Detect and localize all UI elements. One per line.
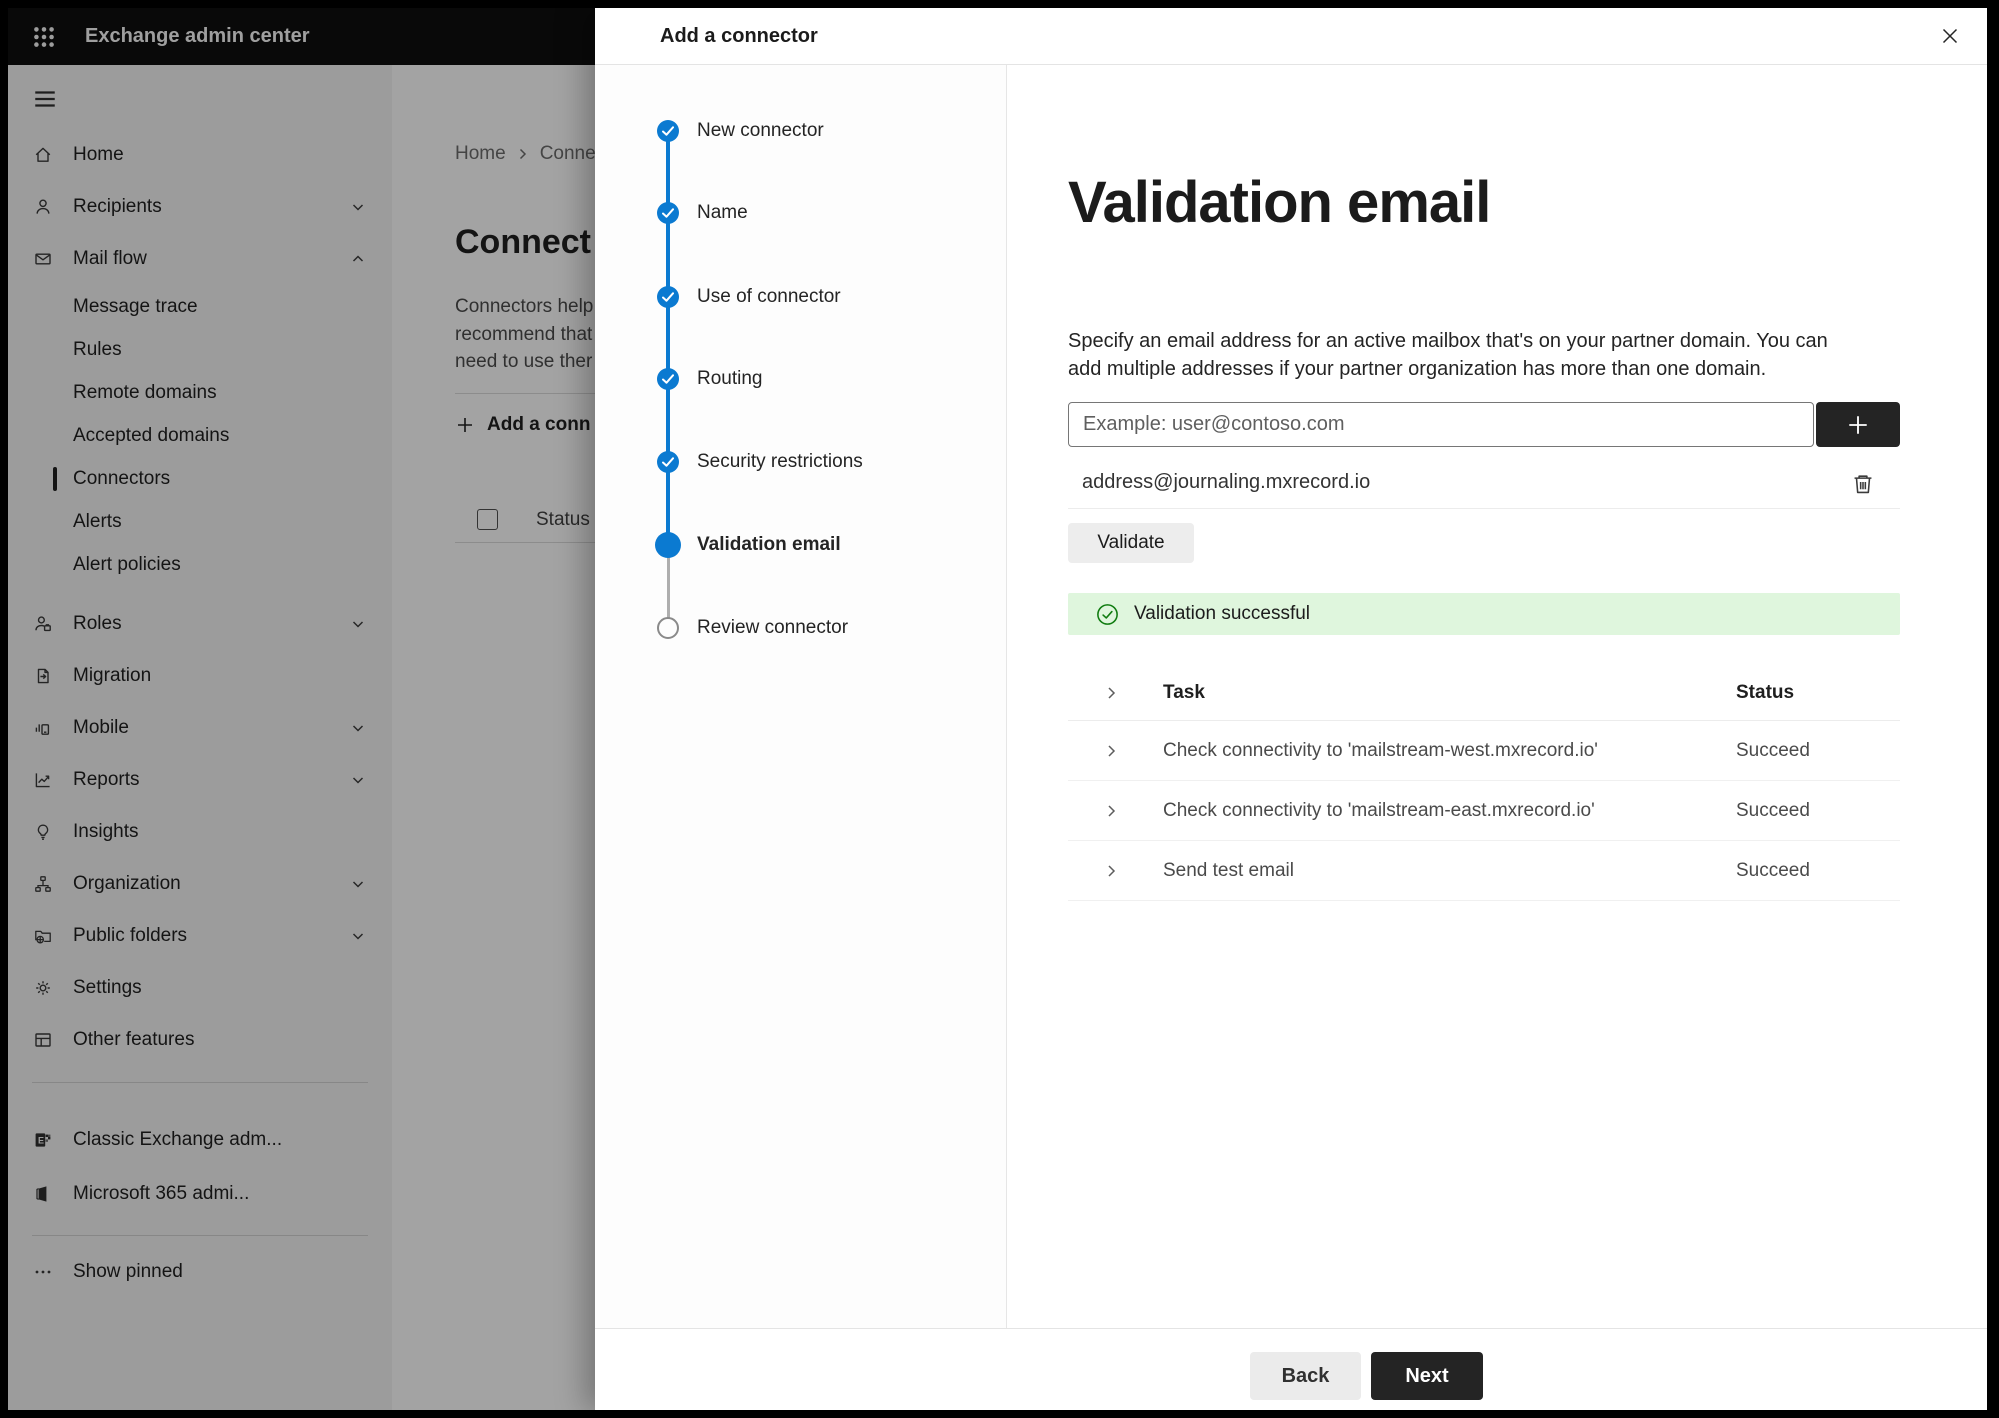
add-address-button[interactable] — [1816, 402, 1900, 447]
chevron-right-icon — [1108, 686, 1116, 699]
dialog-header: Add a connector — [595, 8, 1987, 65]
step-done-icon — [657, 120, 679, 142]
validation-tasks-table: Task Status Check connectivity to 'mails… — [1068, 665, 1900, 901]
dialog-title: Add a connector — [660, 24, 818, 47]
step-done-icon — [657, 202, 679, 224]
table-header-row: Task Status — [1068, 665, 1900, 721]
chevron-right-icon — [1108, 744, 1116, 757]
expand-row-button[interactable] — [1104, 803, 1120, 819]
dialog-footer: Back Next — [595, 1328, 1987, 1410]
close-button[interactable] — [1935, 21, 1965, 51]
step-description: Specify an email address for an active m… — [1068, 330, 1828, 380]
step-connector-line — [666, 131, 670, 545]
status-cell: Succeed — [1736, 859, 1810, 881]
task-cell: Check connectivity to 'mailstream-west.m… — [1163, 739, 1598, 761]
plus-icon — [1849, 415, 1867, 434]
validation-email-panel: Validation email Specify an email addres… — [1068, 65, 1900, 1328]
modal-scrim — [8, 8, 595, 1410]
expand-all-chevron[interactable] — [1068, 685, 1163, 701]
validate-button[interactable]: Validate — [1068, 523, 1194, 563]
address-list-item: address@journaling.mxrecord.io — [1068, 457, 1900, 509]
task-column-header: Task — [1163, 681, 1205, 703]
step-heading: Validation email — [1068, 170, 1491, 235]
chevron-right-icon — [1108, 804, 1116, 817]
step-done-icon — [657, 451, 679, 473]
screenshot-frame: Exchange admin center Home Recipients Ma… — [0, 0, 1999, 1418]
task-cell: Check connectivity to 'mailstream-east.m… — [1163, 799, 1595, 821]
app-window: Exchange admin center Home Recipients Ma… — [8, 8, 1987, 1410]
email-input-row — [1068, 402, 1900, 447]
validation-success-banner: Validation successful — [1068, 593, 1900, 635]
banner-text: Validation successful — [1134, 603, 1311, 624]
table-row: Check connectivity to 'mailstream-east.m… — [1068, 781, 1900, 841]
step-done-icon — [657, 286, 679, 308]
success-check-icon — [1097, 603, 1118, 625]
chevron-right-icon — [1108, 864, 1116, 877]
trash-icon — [1854, 475, 1872, 494]
status-column-header: Status — [1736, 681, 1795, 703]
back-button[interactable]: Back — [1250, 1352, 1361, 1400]
expand-row-button[interactable] — [1104, 743, 1120, 759]
email-input[interactable] — [1068, 402, 1814, 447]
next-button[interactable]: Next — [1371, 1352, 1483, 1400]
step-current-icon — [655, 532, 681, 558]
step-done-icon — [657, 368, 679, 390]
status-cell: Succeed — [1736, 739, 1810, 761]
task-cell: Send test email — [1163, 859, 1294, 881]
delete-address-button[interactable] — [1848, 469, 1878, 499]
status-cell: Succeed — [1736, 799, 1810, 821]
close-icon — [1942, 28, 1958, 44]
table-row: Send test email Succeed — [1068, 841, 1900, 901]
add-connector-dialog: Add a connector New connector Name Use o… — [595, 8, 1987, 1410]
address-text: address@journaling.mxrecord.io — [1082, 471, 1371, 493]
wizard-steps: New connector Name Use of connector Rout… — [595, 65, 1007, 1328]
expand-row-button[interactable] — [1104, 863, 1120, 879]
step-todo-icon — [657, 617, 679, 639]
table-row: Check connectivity to 'mailstream-west.m… — [1068, 721, 1900, 781]
